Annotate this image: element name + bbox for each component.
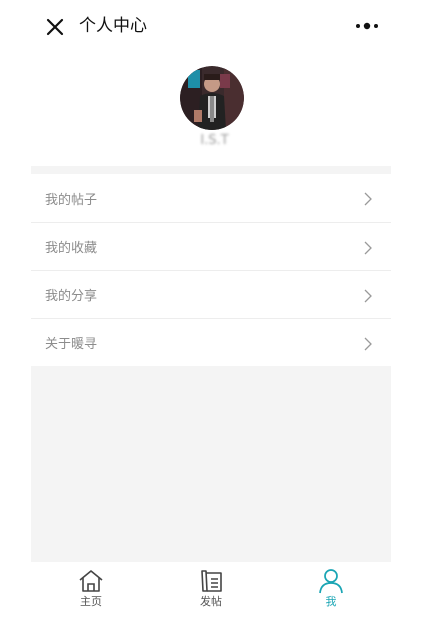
menu-item-my-favorites[interactable]: 我的收藏 (31, 222, 391, 270)
close-button[interactable] (42, 14, 68, 40)
more-dots-icon (356, 22, 378, 30)
menu-item-my-shares[interactable]: 我的分享 (31, 270, 391, 318)
tab-label: 发帖 (200, 595, 222, 608)
content-panel: 我的帖子 我的收藏 我的分享 关于暖寻 (31, 166, 391, 562)
menu-item-label: 我的帖子 (45, 192, 98, 208)
chevron-right-icon (364, 241, 372, 255)
tab-label: 我 (325, 595, 337, 608)
top-nav-bar: 个人中心 (0, 0, 429, 52)
tab-post[interactable]: 发帖 (151, 562, 271, 621)
tab-home[interactable]: 主页 (31, 562, 151, 621)
username: I.S.T (200, 133, 229, 148)
personal-center-page: 个人中心 I.S.T 我的帖子 我的收藏 我的分享 关于暖寻 主页 发帖 我 (0, 0, 429, 621)
menu-item-label: 关于暖寻 (45, 337, 98, 352)
menu-item-about[interactable]: 关于暖寻 (31, 318, 391, 366)
tab-me[interactable]: 我 (271, 562, 391, 621)
page-title: 个人中心 (79, 16, 147, 36)
more-button[interactable] (352, 16, 382, 36)
menu-item-my-posts[interactable]: 我的帖子 (31, 174, 391, 222)
chevron-right-icon (364, 289, 372, 303)
menu-item-label: 我的分享 (45, 289, 98, 304)
home-icon (79, 570, 103, 592)
chevron-right-icon (364, 192, 372, 206)
post-scroll-icon (201, 570, 222, 592)
bottom-tab-bar: 主页 发帖 我 (31, 562, 391, 621)
user-icon (319, 569, 343, 594)
avatar-photo (180, 66, 244, 130)
menu-list: 我的帖子 我的收藏 我的分享 关于暖寻 (31, 174, 391, 366)
tab-label: 主页 (80, 595, 102, 608)
close-icon (46, 18, 64, 36)
avatar[interactable] (180, 66, 244, 130)
chevron-right-icon (364, 337, 372, 351)
menu-item-label: 我的收藏 (45, 241, 98, 256)
